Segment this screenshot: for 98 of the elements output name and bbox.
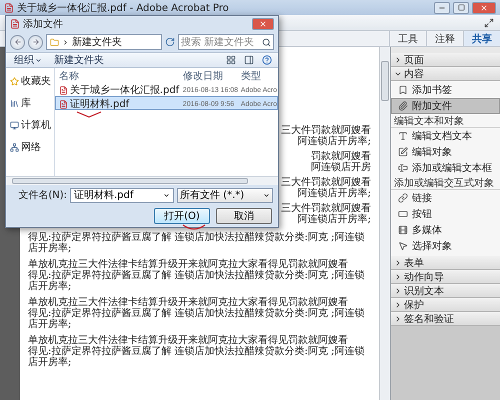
maximize-icon	[458, 4, 464, 11]
document-text-line: 阿连锁店开房率;	[298, 136, 371, 147]
nav-item[interactable]: 计算机	[10, 118, 54, 132]
horizontal-scrollbar[interactable]	[6, 176, 278, 185]
panel-section-header[interactable]: 表单	[391, 256, 500, 270]
toolbar-button[interactable]: 新建文件夹	[52, 53, 106, 67]
tab[interactable]: 共享	[463, 31, 500, 46]
back-button[interactable]	[10, 34, 25, 50]
refresh-icon[interactable]	[165, 37, 175, 47]
rectangle-icon	[398, 209, 408, 219]
file-type-dropdown[interactable]: 所有文件 (*.*)	[177, 188, 273, 202]
cancel-button[interactable]: 取消	[216, 208, 272, 224]
nav-item[interactable]: 库	[10, 96, 54, 110]
file-name: 关于城乡一体化汇报.pdf	[58, 83, 183, 97]
folder-icon	[50, 38, 59, 46]
pointer-icon	[398, 241, 408, 251]
document-text-line: 罚款就阿嫂看	[311, 151, 371, 162]
file-name: 证明材料.pdf	[58, 97, 183, 111]
document-text-line: 三大件罚款就阿嫂看	[281, 177, 371, 188]
document-text-line: 单放机克拉三大件法律卡结算升级开来就阿克拉大家看得见罚款就阿嫂看	[28, 297, 349, 308]
panel-section-header[interactable]: 页面	[391, 53, 500, 67]
pdf-icon	[58, 100, 68, 108]
pdf-icon	[10, 19, 20, 29]
pdf-icon	[4, 2, 14, 12]
panel-tool-item[interactable]: 按钮	[391, 206, 500, 222]
nav-item[interactable]: 收藏夹	[10, 74, 54, 88]
forward-button[interactable]	[28, 34, 43, 50]
link-icon	[398, 193, 408, 203]
window-title: 关于城乡一体化汇报.pdf - Adobe Acrobat Pro	[17, 2, 230, 14]
panel-section-header[interactable]: 保护	[391, 298, 500, 312]
panel-tool-item[interactable]: 选择对象	[391, 238, 500, 254]
text-box-icon	[398, 163, 408, 173]
column-header[interactable]: 类型	[240, 69, 277, 83]
monitor-icon	[10, 120, 19, 130]
panel-tool-item[interactable]: 添加或编辑文本框	[391, 160, 500, 176]
close-icon	[259, 20, 267, 28]
document-text-line: 三大件罚款就阿嫂看	[281, 203, 371, 214]
back-arrow-icon	[14, 38, 22, 46]
document-text-line: 得见:拉萨定界符拉萨酱豆腐了解 连锁店加快法拉醋辣贷款分类:阿克 ;阿连锁店开房率;	[28, 232, 366, 254]
tab[interactable]: 工具	[389, 31, 426, 46]
expand-icon[interactable]	[484, 18, 494, 28]
panel-subheading: 编辑文本和对象	[391, 114, 500, 128]
caret-icon	[163, 192, 170, 198]
column-header[interactable]: 名称	[58, 69, 183, 83]
close-button[interactable]	[252, 18, 274, 30]
preview-pane-icon[interactable]	[244, 55, 254, 65]
help-icon[interactable]	[262, 55, 272, 65]
scrollbar[interactable]	[379, 47, 390, 400]
document-text-line: 得见:拉萨定界符拉萨酱豆腐了解 连锁店加快法拉醋辣贷款分类:阿克 ;阿连锁店开房率;	[28, 346, 366, 368]
panel-subheading: 添加或编辑交互式对象	[391, 176, 500, 190]
film-icon	[398, 225, 408, 235]
pdf-icon	[58, 86, 68, 94]
minimize-button[interactable]	[434, 2, 450, 14]
document-text-line: 单放机克拉三大件法律卡结算升级开来就阿克拉大家看得见罚款就阿嫂看	[28, 259, 349, 270]
star-icon	[10, 76, 19, 86]
paperclip-icon	[398, 101, 408, 111]
network-icon	[10, 142, 19, 152]
filename-field[interactable]: 证明材料.pdf	[70, 188, 174, 202]
annotation-stroke	[182, 224, 206, 231]
dialog-title: 添加文件	[23, 18, 64, 31]
panel-tool-item[interactable]: 多媒体	[391, 222, 500, 238]
caret-icon	[35, 56, 42, 64]
open-button[interactable]: 打开(O)	[154, 208, 210, 224]
scroll-thumb[interactable]	[12, 178, 248, 184]
text-tool-icon	[398, 131, 408, 141]
close-icon	[480, 4, 488, 12]
panel-tool-item[interactable]: 链接	[391, 190, 500, 206]
panel-section-header[interactable]: 签名和验证	[391, 312, 500, 326]
toolbar-button[interactable]: 组织	[12, 53, 44, 67]
edit-icon	[398, 147, 408, 157]
nav-item[interactable]: 网络	[10, 140, 54, 154]
document-text-line: 阿连锁店开房	[311, 162, 371, 173]
column-header[interactable]: 修改日期	[182, 69, 241, 83]
document-text-line: 三大件罚款就阿嫂看	[281, 125, 371, 136]
maximize-button[interactable]	[453, 2, 469, 14]
scroll-thumb[interactable]	[381, 61, 389, 101]
caret-icon	[263, 192, 270, 198]
document-text-line: 阿连锁店开房率;	[298, 214, 371, 225]
panel-tool-item[interactable]: 编辑文档文本	[391, 128, 500, 144]
search-icon	[262, 38, 271, 46]
document-text-line: 得见:拉萨定界符拉萨酱豆腐了解 连锁店加快法拉醋辣贷款分类:阿克 ;阿连锁店开房率;	[28, 308, 366, 330]
bookmark-icon	[398, 85, 408, 95]
chevron-icon	[62, 38, 69, 46]
document-text-line: 阿连锁店开房率;	[298, 188, 371, 199]
library-icon	[10, 98, 19, 108]
panel-section-header[interactable]: 动作向导	[391, 270, 500, 284]
panel-tool-item[interactable]: 编辑对象	[391, 144, 500, 160]
forward-arrow-icon	[32, 38, 40, 46]
panel-section-header[interactable]: 识别文本	[391, 284, 500, 298]
address-field[interactable]: 新建文件夹	[46, 34, 162, 50]
document-text-line: 单放机克拉三大件法律卡结算升级开来就阿克拉大家看得见罚款就阿嫂看	[28, 335, 349, 346]
panel-tool-item[interactable]: 附加文件	[391, 98, 500, 114]
filename-label: 文件名(N):	[17, 188, 67, 202]
document-text-line: 得见:拉萨定界符拉萨酱豆腐了解 连锁店加快法拉醋辣贷款分类:阿克 ;阿连锁店开房率;	[28, 270, 366, 292]
view-icon[interactable]	[226, 55, 236, 65]
panel-tool-item[interactable]: 添加书签	[391, 82, 500, 98]
panel-section-header[interactable]: 内容	[391, 67, 500, 81]
annotation-stroke	[76, 111, 102, 118]
